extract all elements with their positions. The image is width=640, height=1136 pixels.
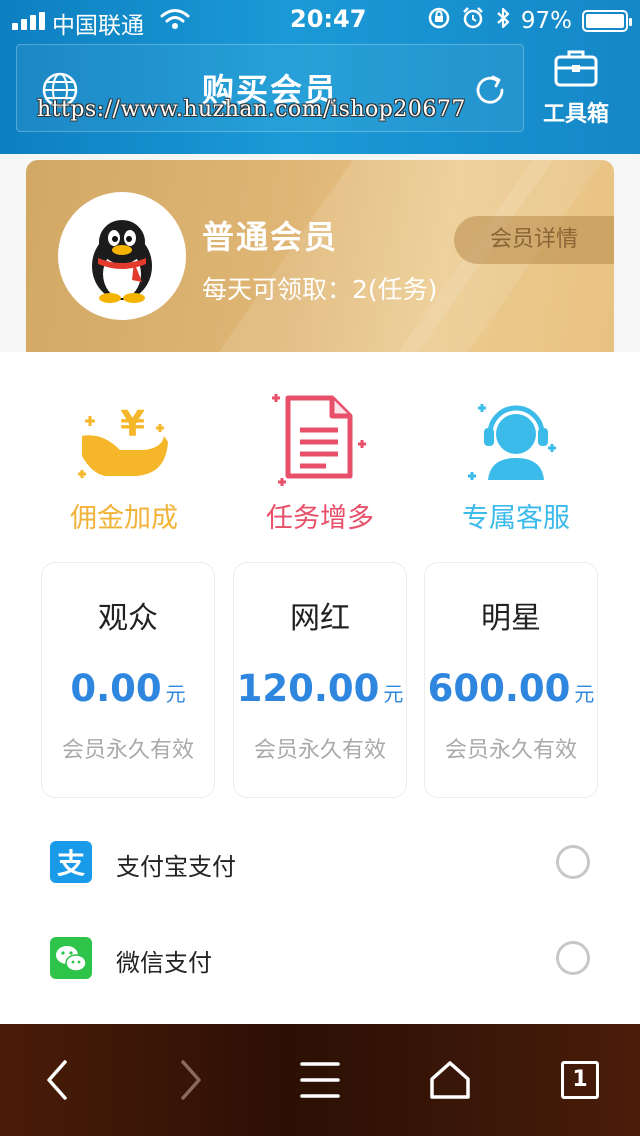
payment-wechat-row[interactable]: 微信支付 — [0, 911, 640, 1007]
plan-amount: 120.00 — [236, 667, 380, 710]
member-quota: 每天可领取：2(任务) — [202, 275, 438, 304]
signal-icon — [12, 12, 45, 30]
member-card: 普通会员 每天可领取：2(任务) 会员详情 — [26, 160, 614, 352]
payment-label: 支付宝支付 — [116, 853, 236, 881]
svg-text:支: 支 — [57, 847, 85, 880]
battery-icon — [582, 10, 632, 32]
plan-card-influencer[interactable]: 网红 120.00 元 会员永久有效 — [233, 562, 407, 798]
benefits-row: ¥ 佣金加成 任务增多 专属客服 — [0, 392, 640, 542]
header-bar: 中国联通 20:47 97% 购买会员 https://www.huzhan.c… — [0, 0, 640, 154]
benefit-more-tasks: 任务增多 — [220, 392, 420, 535]
plan-card-star[interactable]: 明星 600.00 元 会员永久有效 — [424, 562, 598, 798]
plan-currency: 元 — [574, 682, 595, 706]
benefit-label: 佣金加成 — [70, 503, 178, 534]
alipay-icon: 支 — [50, 841, 92, 883]
plan-validity: 会员永久有效 — [444, 738, 577, 763]
carrier-name: 中国联通 — [52, 13, 144, 39]
status-bar: 中国联通 20:47 97% — [0, 0, 640, 40]
battery-percent: 97% — [520, 8, 572, 34]
wifi-icon — [160, 8, 190, 36]
payment-alipay-row[interactable]: 支 支付宝支付 — [0, 815, 640, 911]
plan-price: 600.00 元 — [425, 667, 597, 710]
url-text: https://www.huzhan.com/ishop20677 — [37, 97, 466, 122]
menu-button[interactable] — [290, 1052, 350, 1108]
plan-amount: 0.00 — [70, 667, 162, 710]
benefit-commission: ¥ 佣金加成 — [24, 392, 224, 535]
bluetooth-icon — [495, 6, 511, 36]
back-button[interactable] — [28, 1052, 88, 1108]
toolbox-button[interactable]: 工具箱 — [540, 48, 612, 128]
orientation-lock-icon — [427, 6, 451, 36]
address-bar[interactable]: 购买会员 https://www.huzhan.com/ishop20677 — [16, 44, 524, 132]
member-detail-button[interactable]: 会员详情 — [454, 216, 614, 264]
avatar — [58, 192, 186, 320]
penguin-avatar-icon — [92, 220, 152, 303]
alarm-icon — [461, 6, 485, 36]
home-icon — [430, 1061, 470, 1099]
payment-label: 微信支付 — [116, 949, 212, 977]
plan-name: 明星 — [481, 601, 541, 636]
chevron-left-icon — [47, 1060, 67, 1100]
benefit-label: 任务增多 — [266, 503, 374, 534]
wechat-radio[interactable] — [556, 941, 590, 975]
alipay-radio[interactable] — [556, 845, 590, 879]
tabs-button[interactable]: 1 — [550, 1052, 610, 1108]
toolbox-label: 工具箱 — [542, 102, 609, 127]
plan-validity: 会员永久有效 — [61, 738, 194, 763]
browser-toolbar: 1 — [0, 1024, 640, 1136]
reload-icon[interactable] — [471, 71, 509, 113]
tab-count: 1 — [561, 1061, 599, 1099]
forward-button[interactable] — [160, 1052, 220, 1108]
benefit-label: 专属客服 — [462, 503, 570, 534]
svg-text:¥: ¥ — [120, 404, 145, 445]
home-button[interactable] — [420, 1052, 480, 1108]
plan-name: 网红 — [290, 601, 350, 636]
status-time: 20:47 — [290, 5, 367, 33]
headset-service-icon — [468, 404, 556, 480]
wechat-icon — [50, 937, 92, 979]
menu-icon — [300, 1062, 340, 1098]
plan-price: 0.00 元 — [42, 667, 214, 710]
plan-validity: 会员永久有效 — [253, 738, 386, 763]
member-level-name: 普通会员 — [202, 218, 339, 256]
chevron-right-icon — [181, 1060, 201, 1100]
document-icon — [272, 394, 366, 486]
yen-hand-icon: ¥ — [78, 404, 168, 478]
plan-price: 120.00 元 — [234, 667, 406, 710]
plan-currency: 元 — [383, 682, 404, 706]
plan-amount: 600.00 — [427, 667, 571, 710]
plan-name: 观众 — [98, 601, 158, 636]
plan-card-audience[interactable]: 观众 0.00 元 会员永久有效 — [41, 562, 215, 798]
plan-currency: 元 — [165, 682, 186, 706]
benefit-customer-service: 专属客服 — [416, 392, 616, 535]
toolbox-icon — [553, 50, 599, 92]
